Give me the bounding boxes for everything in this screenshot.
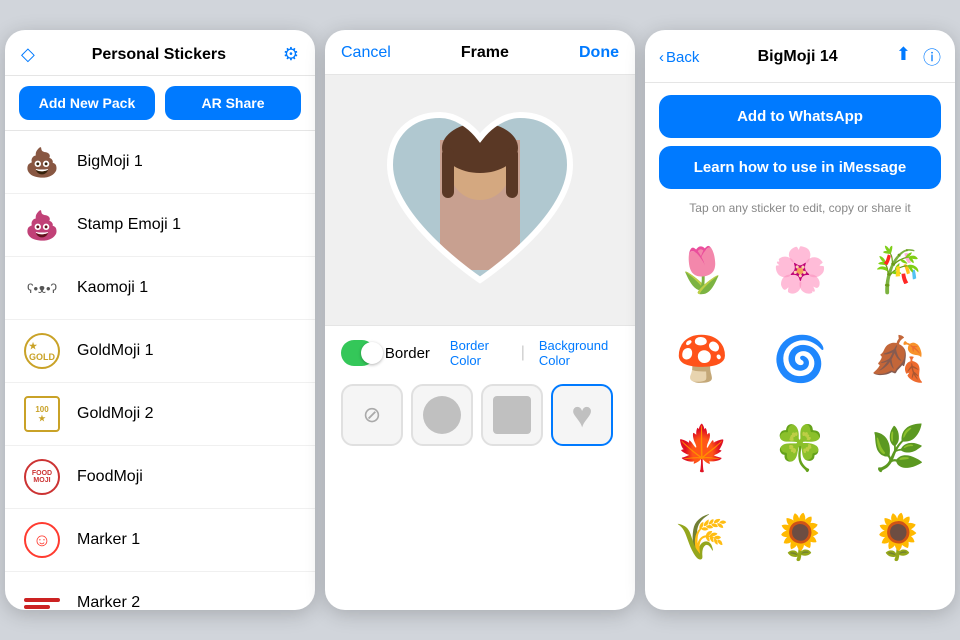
mid-header: Cancel Frame Done [325, 30, 635, 75]
square-shape [493, 396, 531, 434]
sticker-cell[interactable]: 🍁 [655, 405, 749, 490]
list-item[interactable]: ☺ Marker 1 [5, 509, 315, 572]
circle-shape [423, 396, 461, 434]
sticker-cell[interactable]: 🌀 [753, 316, 847, 401]
learn-imessage-button[interactable]: Learn how to use in iMessage [659, 146, 941, 189]
shape-circle-option[interactable] [411, 384, 473, 446]
right-header: ‹ Back BigMoji 14 ⬆ ⓘ [645, 30, 955, 83]
sticker-name: Marker 2 [77, 594, 140, 610]
sticker-name: Kaomoji 1 [77, 279, 148, 297]
border-controls: Border Border Color | Background Color [325, 325, 635, 376]
info-icon[interactable]: ⓘ [923, 44, 941, 70]
cancel-button[interactable]: Cancel [341, 44, 391, 62]
gold-badge-2: 100★ [24, 396, 60, 432]
sticker-name: GoldMoji 1 [77, 342, 153, 360]
tap-hint: Tap on any sticker to edit, copy or shar… [645, 197, 955, 223]
shape-square-option[interactable] [481, 384, 543, 446]
marker2-lines [24, 598, 60, 609]
back-label: Back [666, 49, 699, 66]
left-title: Personal Stickers [92, 46, 226, 64]
sticker-cell[interactable]: 🌷 [655, 227, 749, 312]
right-screen: ‹ Back BigMoji 14 ⬆ ⓘ Add to WhatsApp Le… [645, 30, 955, 610]
frame-title: Frame [461, 44, 509, 62]
border-color-button[interactable]: Border Color [450, 338, 507, 368]
heart-frame [380, 105, 580, 305]
left-buttons: Add New Pack AR Share [5, 76, 315, 131]
sticker-thumb-stamp1: 💩 [21, 204, 63, 246]
sticker-thumb-marker1: ☺ [21, 519, 63, 561]
right-icons: ⬆ ⓘ [896, 44, 941, 70]
middle-screen: Cancel Frame Done [325, 30, 635, 610]
ar-share-button[interactable]: AR Share [165, 86, 301, 120]
sticker-cell[interactable]: 🎋 [851, 227, 945, 312]
sticker-cell[interactable]: 🍂 [851, 316, 945, 401]
sticker-grid: 🌷 🌸 🎋 🍄 🌀 🍂 🍁 🍀 🌿 🌾 🌻 🌻 🌺 🌹 🌸 [645, 223, 955, 563]
list-item[interactable]: ʕ•ᴥ•ʔ Kaomoji 1 [5, 257, 315, 320]
sticker-thumb-kaomoji: ʕ•ᴥ•ʔ [21, 267, 63, 309]
add-new-pack-button[interactable]: Add New Pack [19, 86, 155, 120]
sticker-cell[interactable]: 🌸 [753, 227, 847, 312]
sticker-thumb-goldmoji1: ★GOLD [21, 330, 63, 372]
border-toggle[interactable] [341, 340, 375, 366]
slash-icon: ⊘ [363, 402, 381, 428]
shape-none-option[interactable]: ⊘ [341, 384, 403, 446]
background-color-button[interactable]: Background Color [539, 338, 619, 368]
sticker-cell[interactable]: 🍀 [753, 405, 847, 490]
gear-icon[interactable]: ⚙ [283, 44, 299, 65]
sticker-name: Stamp Emoji 1 [77, 216, 181, 234]
sticker-cell[interactable]: 🌾 [655, 494, 749, 563]
sticker-thumb-marker2 [21, 582, 63, 610]
list-item[interactable]: Marker 2 [5, 572, 315, 610]
frame-preview-area [325, 75, 635, 325]
sticker-cell[interactable]: 🌿 [851, 405, 945, 490]
list-item[interactable]: FOODMOJI FoodMoji [5, 446, 315, 509]
sticker-name: Marker 1 [77, 531, 140, 549]
sticker-name: BigMoji 1 [77, 153, 143, 171]
done-button[interactable]: Done [579, 44, 619, 62]
add-to-whatsapp-button[interactable]: Add to WhatsApp [659, 95, 941, 138]
list-item[interactable]: 💩 Stamp Emoji 1 [5, 194, 315, 257]
sticker-thumb-goldmoji2: 100★ [21, 393, 63, 435]
right-title: BigMoji 14 [758, 48, 838, 66]
screens-container: ◇ Personal Stickers ⚙ Add New Pack AR Sh… [0, 0, 960, 640]
share-icon[interactable]: ⬆ [896, 44, 911, 70]
list-item[interactable]: 💩 BigMoji 1 [5, 131, 315, 194]
diamond-icon: ◇ [21, 44, 35, 65]
sticker-name: FoodMoji [77, 468, 143, 486]
sticker-cell[interactable]: 🌻 [851, 494, 945, 563]
food-stamp: FOODMOJI [24, 459, 60, 495]
sticker-cell[interactable]: 🌻 [753, 494, 847, 563]
chevron-left-icon: ‹ [659, 49, 664, 66]
heart-icon: ♥ [571, 394, 592, 436]
border-label: Border [385, 345, 430, 362]
sticker-thumb-bigmoji1: 💩 [21, 141, 63, 183]
list-item[interactable]: 100★ GoldMoji 2 [5, 383, 315, 446]
gold-badge-1: ★GOLD [24, 333, 60, 369]
shape-heart-option[interactable]: ♥ [551, 384, 613, 446]
border-row: Border Border Color | Background Color [341, 338, 619, 368]
back-button[interactable]: ‹ Back [659, 49, 699, 66]
left-header: ◇ Personal Stickers ⚙ [5, 30, 315, 76]
list-item[interactable]: ★GOLD GoldMoji 1 [5, 320, 315, 383]
sticker-thumb-foodmoji: FOODMOJI [21, 456, 63, 498]
sticker-name: GoldMoji 2 [77, 405, 153, 423]
sticker-list: 💩 BigMoji 1 💩 Stamp Emoji 1 ʕ•ᴥ•ʔ Kaomoj… [5, 131, 315, 610]
toggle-knob [361, 342, 383, 364]
left-screen: ◇ Personal Stickers ⚙ Add New Pack AR Sh… [5, 30, 315, 610]
marker1-icon: ☺ [24, 522, 60, 558]
sticker-cell[interactable]: 🍄 [655, 316, 749, 401]
heart-svg [380, 105, 580, 305]
shape-options: ⊘ ♥ [325, 376, 635, 458]
